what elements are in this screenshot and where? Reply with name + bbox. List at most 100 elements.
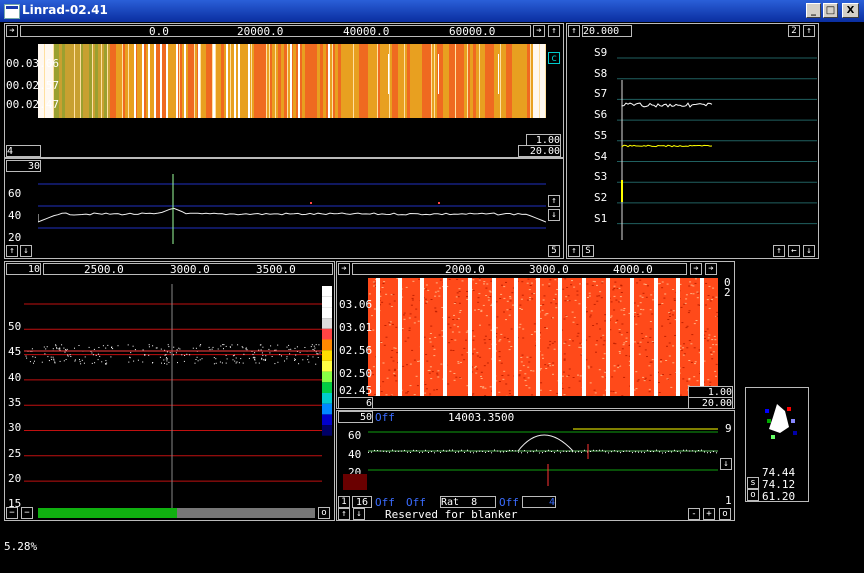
hw-speckle xyxy=(613,370,616,372)
sm-up-arrow-3[interactable]: ↑ xyxy=(568,245,580,257)
bb-point xyxy=(262,354,264,356)
ww-up-arrow[interactable]: ↑ xyxy=(548,25,560,37)
hw-right-arrow[interactable]: ➔ xyxy=(690,263,702,275)
bb-minus-button[interactable]: − xyxy=(6,507,18,519)
hw-speckle xyxy=(439,279,442,281)
hw-speckle xyxy=(690,343,693,345)
polarization-graph[interactable] xyxy=(747,389,807,449)
bb-point xyxy=(261,352,263,354)
hw-speckle xyxy=(518,374,521,376)
ws-down-arrow-2[interactable]: ↓ xyxy=(20,245,32,257)
bb-point xyxy=(307,359,309,361)
hw-avg-value[interactable]: 6 xyxy=(338,397,373,409)
window-title: Linrad-02.41 xyxy=(22,3,108,17)
hw-speckle xyxy=(425,288,427,290)
hw-speckle xyxy=(452,350,455,351)
afc-up-arrow[interactable]: ↑ xyxy=(338,508,350,520)
bb-point xyxy=(234,360,236,362)
sm-value[interactable]: 20.000 xyxy=(582,25,632,37)
ww-signal-line xyxy=(166,44,168,118)
afc-btn-1[interactable]: 1 xyxy=(338,496,350,508)
hw-speckle xyxy=(693,376,696,378)
hw-speckle xyxy=(452,319,455,320)
ww-right-arrow[interactable]: ➔ xyxy=(533,25,545,37)
ws-down-arrow[interactable]: ↓ xyxy=(548,209,560,221)
hw-speckle xyxy=(531,394,533,396)
hw-speckle xyxy=(571,311,574,313)
hw-speckle xyxy=(426,360,429,362)
hw-speckle xyxy=(688,379,691,381)
bb-point xyxy=(83,362,85,364)
bb-progress-track[interactable] xyxy=(38,508,315,518)
pol-s-button[interactable]: s xyxy=(747,477,759,489)
hw-speckle xyxy=(395,380,398,382)
hires-waterfall-image[interactable] xyxy=(368,278,718,396)
sm-s-button[interactable]: S xyxy=(582,245,594,257)
sm-up-arrow-2[interactable]: ↑ xyxy=(803,25,815,37)
afc-point xyxy=(713,451,714,453)
hw-freq-scale[interactable]: 2000.0 3000.0 4000.0 xyxy=(352,263,687,276)
ww-left-arrow[interactable]: ➔ xyxy=(6,25,18,37)
bb-point xyxy=(211,348,213,350)
hw-left-arrow[interactable]: ➔ xyxy=(338,263,350,275)
ws-avg-value[interactable]: 30 xyxy=(6,160,41,172)
sm-label-2[interactable]: 2 xyxy=(788,25,800,37)
ws-scale-value[interactable]: 5 xyxy=(548,245,560,257)
ww-zero-value[interactable]: 20.00 xyxy=(518,145,561,157)
maximize-button[interactable]: □ xyxy=(823,3,838,18)
afc-plus-button[interactable]: + xyxy=(703,508,715,520)
bb-point xyxy=(254,352,256,354)
hw-right-arrow-2[interactable]: ➔ xyxy=(705,263,717,275)
afc-off-c-value[interactable]: 4 xyxy=(522,496,556,508)
bb-point xyxy=(34,360,35,362)
afc-rat-box[interactable]: Rat 8 xyxy=(440,496,496,508)
ww-c-button[interactable]: c xyxy=(548,52,560,64)
ww-freq-scale[interactable]: 0.0 20000.0 40000.0 60000.0 xyxy=(20,25,531,38)
pol-o-button[interactable]: o xyxy=(747,489,759,501)
afc-down-arrow-2[interactable]: ↓ xyxy=(353,508,365,520)
hw-speckle xyxy=(531,293,534,295)
afc-point xyxy=(581,451,582,453)
baseband-graph[interactable] xyxy=(24,284,322,509)
afc-minus-button[interactable]: - xyxy=(688,508,700,520)
hw-zero-value[interactable]: 20.00 xyxy=(688,397,733,409)
sm-down-arrow[interactable]: ↓ xyxy=(803,245,815,257)
wide-waterfall-image[interactable] xyxy=(38,44,546,118)
hw-speckle xyxy=(666,345,668,347)
ww-column xyxy=(245,44,248,118)
sm-up-arrow[interactable]: ↑ xyxy=(568,25,580,37)
bb-o-button[interactable]: o xyxy=(318,507,330,519)
afc-off-label[interactable]: Off xyxy=(375,411,395,424)
bb-freq-scale[interactable]: 2500.0 3000.0 3500.0 xyxy=(43,263,333,276)
bb-point xyxy=(51,358,53,360)
hw-speckle xyxy=(523,377,526,379)
bb-point xyxy=(45,348,47,350)
hw-speckle xyxy=(453,324,456,326)
hw-speckle xyxy=(564,300,567,302)
afc-point xyxy=(674,449,675,451)
bb-point xyxy=(258,349,260,351)
hw-speckle xyxy=(688,360,691,361)
sm-left-arrow[interactable]: ← xyxy=(788,245,800,257)
hw-speckle xyxy=(483,281,486,283)
close-button[interactable]: X xyxy=(842,3,859,18)
ws-up-arrow[interactable]: ↑ xyxy=(548,195,560,207)
wide-spectrum-graph[interactable] xyxy=(38,174,546,244)
minimize-button[interactable]: _ xyxy=(806,3,821,18)
afc-down-arrow[interactable]: ↓ xyxy=(720,458,732,470)
bb-avg-value[interactable]: 10 xyxy=(6,263,41,275)
hw-speckle xyxy=(417,360,419,362)
sm-up-arrow-4[interactable]: ↑ xyxy=(773,245,785,257)
afc-o-button[interactable]: o xyxy=(719,508,731,520)
ww-avg-value[interactable]: 4 xyxy=(6,145,41,157)
afc-avg-value[interactable]: 50 xyxy=(338,411,373,423)
ws-up-arrow-2[interactable]: ↑ xyxy=(6,245,18,257)
bb-minus-button-2[interactable]: − xyxy=(21,507,33,519)
hw-speckle xyxy=(641,338,644,339)
hw-speckle xyxy=(520,357,523,358)
ww-column xyxy=(302,44,305,118)
afc-graph[interactable] xyxy=(368,424,718,498)
pol-dot xyxy=(791,419,795,423)
title-bar[interactable]: Linrad-02.41 _ □ X xyxy=(0,0,864,22)
afc-btn-16[interactable]: 16 xyxy=(352,496,372,508)
